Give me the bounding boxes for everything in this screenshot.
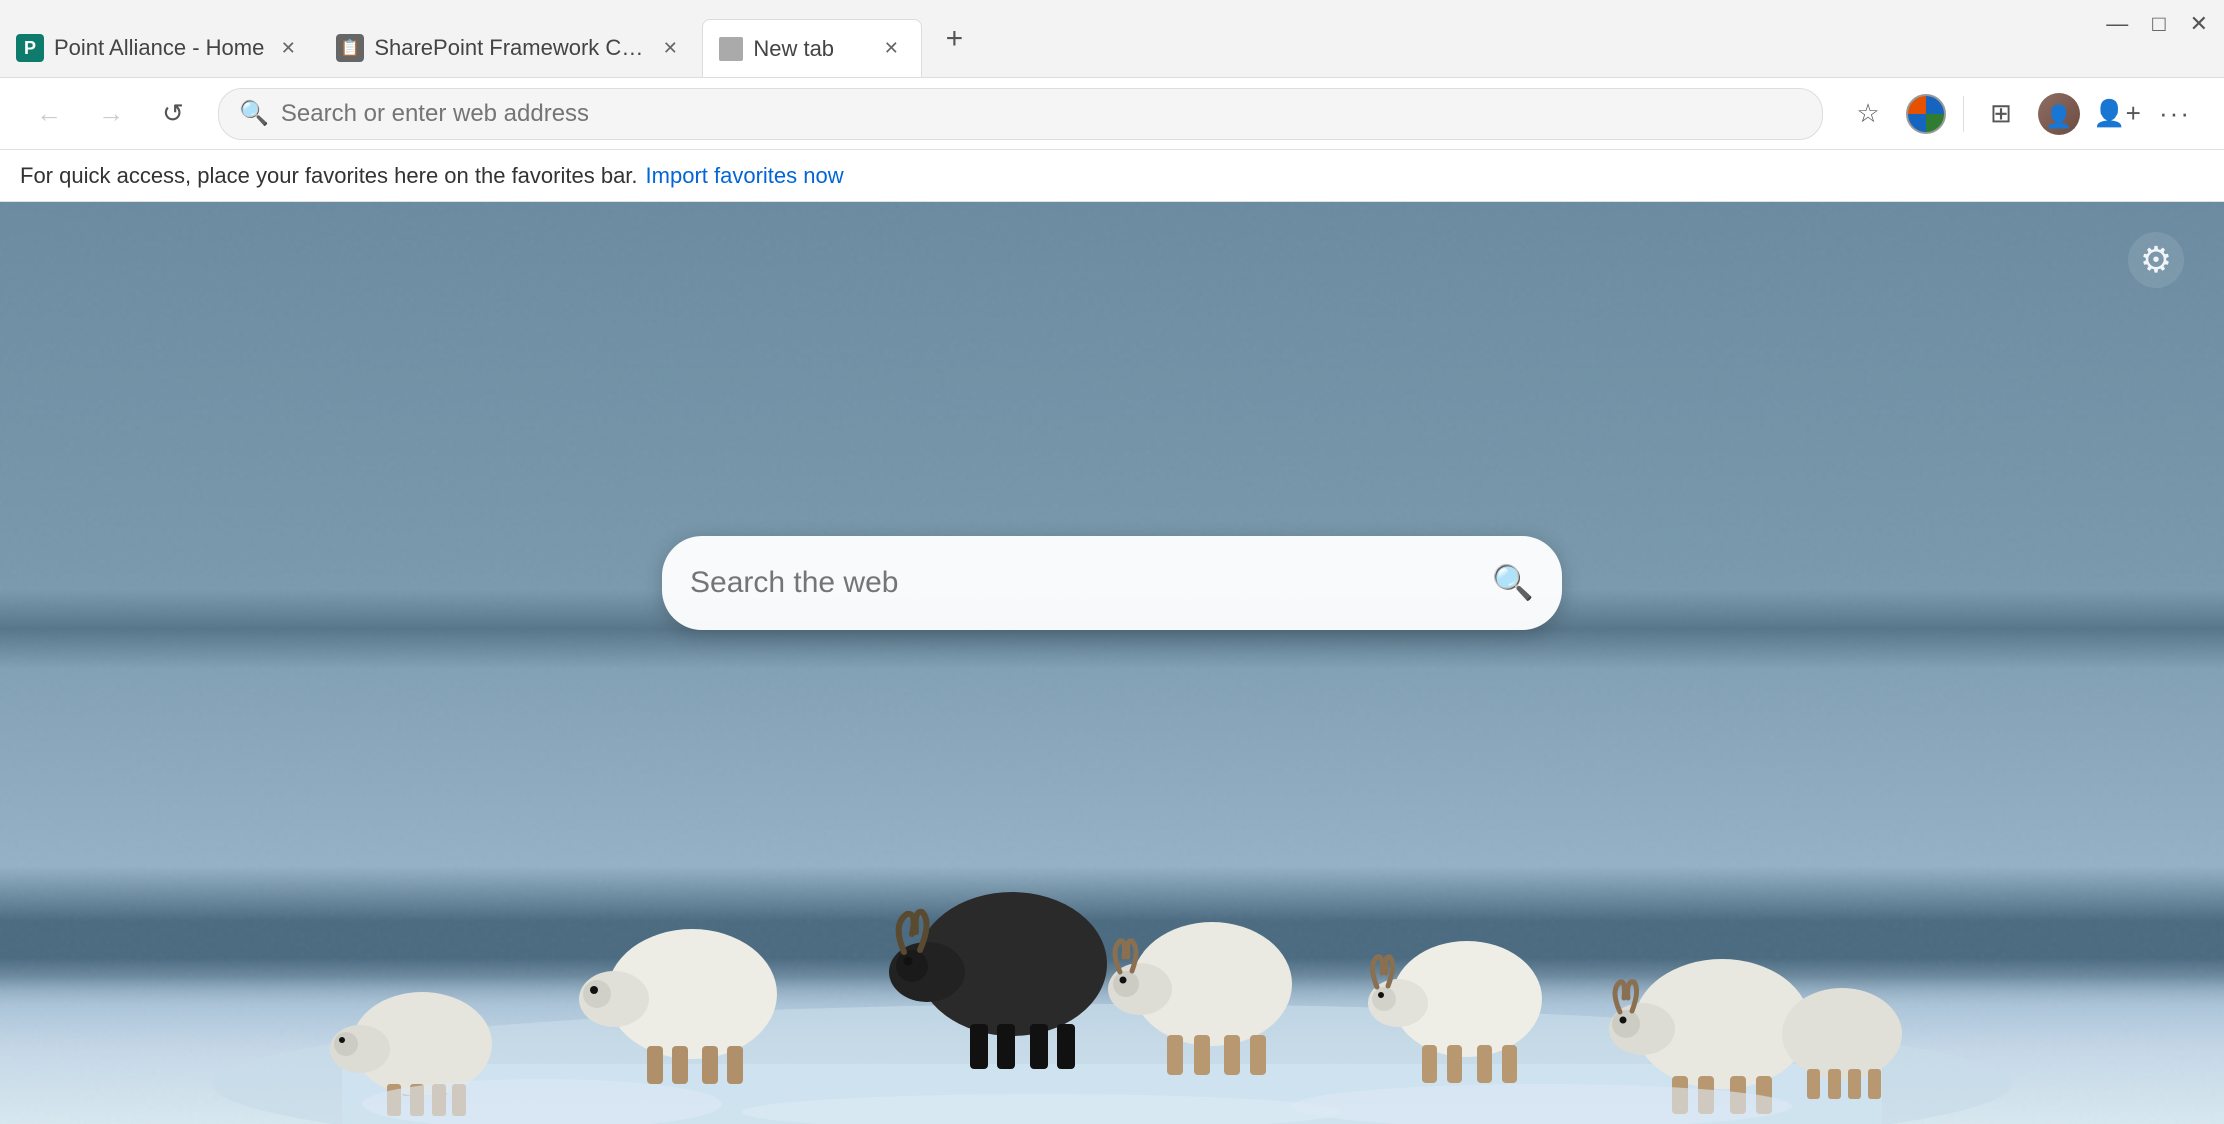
web-search-icon[interactable]: 🔍 — [1492, 563, 1534, 603]
maximize-button[interactable]: □ — [2152, 11, 2165, 37]
tab-favicon-3 — [719, 37, 743, 61]
tab-favicon-2: 📋 — [336, 34, 364, 62]
forward-button[interactable]: → — [86, 89, 136, 139]
window-controls: — □ ✕ — [2090, 4, 2224, 44]
search-input[interactable] — [690, 566, 1476, 600]
tab-label-1: Point Alliance - Home — [54, 35, 264, 61]
navigation-bar: ← → ↺ 🔍 ☆ ⊞ 👤 👤+ ··· — [0, 78, 2224, 150]
settings-icon: ⚙ — [2140, 239, 2172, 281]
favorites-star-button[interactable]: ☆ — [1843, 89, 1893, 139]
settings-button[interactable]: ⚙ — [2128, 232, 2184, 288]
refresh-icon: ↺ — [162, 98, 184, 129]
edge-globe-button[interactable] — [1901, 89, 1951, 139]
search-box[interactable]: 🔍 — [662, 536, 1562, 630]
add-profile-button[interactable]: 👤+ — [2092, 89, 2142, 139]
tab-sharepoint[interactable]: 📋 SharePoint Framework Client-Sic ✕ — [320, 19, 700, 77]
star-icon: ☆ — [1856, 98, 1879, 129]
tab-label-2: SharePoint Framework Client-Sic — [374, 35, 646, 61]
new-tab-button[interactable]: + — [924, 10, 984, 68]
globe-icon — [1906, 94, 1946, 134]
forward-icon: → — [98, 98, 124, 129]
address-bar[interactable]: 🔍 — [218, 88, 1823, 140]
back-button[interactable]: ← — [24, 89, 74, 139]
back-icon: ← — [36, 98, 62, 129]
tab-new-tab[interactable]: New tab ✕ — [702, 19, 922, 77]
favorites-bar: For quick access, place your favorites h… — [0, 150, 2224, 202]
refresh-button[interactable]: ↺ — [148, 89, 198, 139]
avatar: 👤 — [2038, 93, 2080, 135]
tab-point-alliance[interactable]: P Point Alliance - Home ✕ — [0, 19, 318, 77]
collections-icon: ⊞ — [1990, 98, 2012, 129]
minimize-button[interactable]: — — [2106, 11, 2128, 37]
nav-divider — [1963, 96, 1964, 132]
tab-close-2[interactable]: ✕ — [656, 34, 684, 62]
tab-strip: P Point Alliance - Home ✕ 📋 SharePoint F… — [0, 0, 2090, 77]
profile-button[interactable]: 👤 — [2034, 89, 2084, 139]
tab-close-1[interactable]: ✕ — [274, 34, 302, 62]
more-icon: ··· — [2159, 98, 2191, 129]
address-search-icon: 🔍 — [239, 99, 269, 128]
nav-actions: ☆ ⊞ 👤 👤+ ··· — [1843, 89, 2200, 139]
import-favorites-link[interactable]: Import favorites now — [646, 163, 844, 189]
title-bar: P Point Alliance - Home ✕ 📋 SharePoint F… — [0, 0, 2224, 78]
tab-close-3[interactable]: ✕ — [877, 35, 905, 63]
more-button[interactable]: ··· — [2150, 89, 2200, 139]
tab-favicon-1: P — [16, 34, 44, 62]
search-container: 🔍 — [662, 536, 1562, 630]
add-profile-icon: 👤+ — [2093, 98, 2141, 129]
tab-label-3: New tab — [753, 36, 867, 62]
favorites-message: For quick access, place your favorites h… — [20, 163, 638, 189]
new-tab-page: ⚙ 🔍 — [0, 202, 2224, 1124]
collections-button[interactable]: ⊞ — [1976, 89, 2026, 139]
address-input[interactable] — [281, 100, 1802, 128]
close-button[interactable]: ✕ — [2190, 11, 2208, 37]
sheep-scene — [0, 744, 2224, 1124]
